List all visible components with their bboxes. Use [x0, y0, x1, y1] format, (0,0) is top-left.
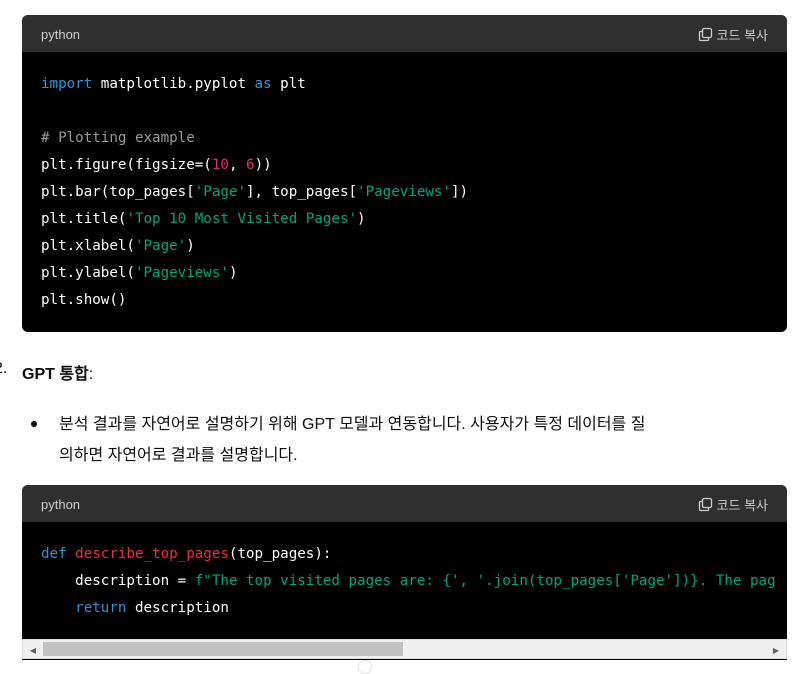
- code-token: 'Pageviews': [134, 265, 229, 281]
- code-token: # Plotting example: [41, 130, 195, 146]
- scroll-right-arrow-icon[interactable]: ▶: [769, 643, 783, 657]
- code-language-label: python: [41, 497, 81, 512]
- paragraph-line-2: 의하면 자연어로 결과를 설명합니다.: [59, 447, 298, 464]
- code-token: as: [254, 76, 272, 92]
- section-heading: GPT 통합:: [22, 360, 93, 384]
- code-line: import matplotlib.pyplot as plt: [41, 74, 306, 94]
- code-token: ): [186, 238, 195, 254]
- code-token: 'Pageviews': [357, 184, 452, 200]
- code-line: plt.ylabel('Pageviews'): [41, 263, 237, 283]
- code-line: plt.bar(top_pages['Page'], top_pages['Pa…: [41, 182, 468, 202]
- code-token: 6: [246, 157, 255, 173]
- code-token: matplotlib.pyplot: [92, 76, 255, 92]
- code-block-header: python 코드 복사: [22, 485, 787, 522]
- copy-code-label: 코드 복사: [716, 497, 768, 513]
- copy-icon: [698, 497, 713, 512]
- code-token: plt: [271, 76, 306, 92]
- code-line: # Plotting example: [41, 128, 195, 148]
- code-token: ]): [451, 184, 469, 200]
- code-line: description = f"The top visited pages ar…: [41, 571, 776, 591]
- code-block-gpt: python 코드 복사 def describe_top_pages(top_…: [22, 485, 787, 660]
- code-token: ], top_pages[: [246, 184, 358, 200]
- code-token: )): [254, 157, 272, 173]
- scrollbar-thumb[interactable]: [43, 642, 403, 656]
- scroll-down-button[interactable]: [358, 660, 372, 674]
- code-line: plt.title('Top 10 Most Visited Pages'): [41, 209, 366, 229]
- code-token: plt.title(: [41, 211, 127, 227]
- code-block-matplotlib: python 코드 복사 import matplotlib.pyplot as…: [22, 15, 787, 332]
- list-number: 2.: [0, 360, 8, 377]
- code-token: f"The top visited pages are: {', '.join(…: [194, 573, 776, 589]
- code-token: plt.bar(top_pages[: [41, 184, 195, 200]
- bullet-paragraph: 분석 결과를 자연어로 설명하기 위해 GPT 모델과 연동합니다. 사용자가 …: [59, 409, 784, 471]
- code-token: plt.figure(figsize=(: [41, 157, 212, 173]
- code-line: plt.figure(figsize=(10, 6)): [41, 155, 272, 175]
- code-token: describe_top_pages: [75, 546, 229, 562]
- code-token: plt.ylabel(: [41, 265, 135, 281]
- copy-icon: [698, 27, 713, 42]
- code-line: def describe_top_pages(top_pages):: [41, 544, 331, 564]
- section-title-suffix: :: [88, 366, 94, 383]
- section-title: GPT 통합: [22, 366, 89, 383]
- code-language-label: python: [41, 27, 81, 42]
- code-token: 'Page': [194, 184, 246, 200]
- code-token: ,: [228, 157, 247, 173]
- code-token: import: [41, 76, 93, 92]
- copy-code-button[interactable]: 코드 복사: [698, 25, 768, 43]
- bullet-dot: [31, 421, 37, 427]
- code-token: (top_pages):: [228, 546, 332, 562]
- code-token: 10: [211, 157, 229, 173]
- code-token: ): [228, 265, 238, 281]
- code-block-header: python 코드 복사: [22, 15, 787, 52]
- code-token: description =: [41, 573, 195, 589]
- code-token: 'Page': [134, 238, 187, 254]
- code-token: ): [357, 211, 366, 227]
- code-token: plt.xlabel(: [41, 238, 135, 254]
- scroll-left-arrow-icon[interactable]: ◀: [26, 643, 40, 657]
- copy-code-label: 코드 복사: [716, 27, 768, 43]
- code-line: plt.xlabel('Page'): [41, 236, 195, 256]
- code-token: description: [126, 600, 229, 616]
- paragraph-line-1: 분석 결과를 자연어로 설명하기 위해 GPT 모델과 연동합니다. 사용자가 …: [59, 416, 646, 433]
- code-line: return description: [41, 598, 229, 618]
- code-token: 'Top 10 Most Visited Pages': [126, 211, 358, 227]
- copy-code-button[interactable]: 코드 복사: [698, 495, 768, 513]
- code-token: return: [75, 600, 127, 616]
- code-line: plt.show(): [41, 290, 126, 310]
- horizontal-scrollbar[interactable]: ◀ ▶: [22, 639, 787, 659]
- code-token: def: [41, 546, 67, 562]
- code-token: plt.show(): [41, 292, 127, 308]
